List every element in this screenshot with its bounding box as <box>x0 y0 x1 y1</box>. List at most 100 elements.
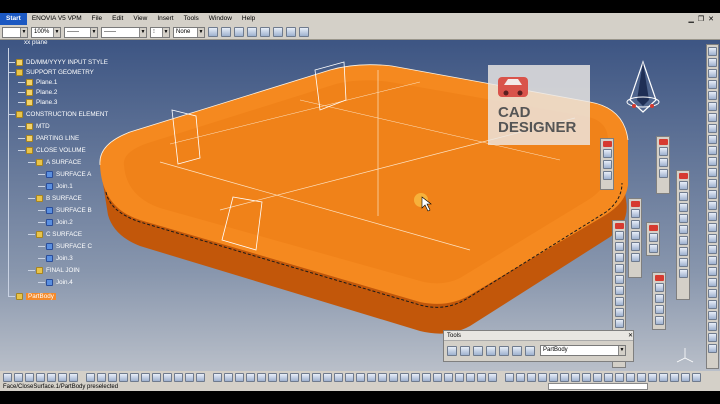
tool-icon[interactable] <box>527 373 536 382</box>
tool-icon[interactable] <box>279 373 288 382</box>
right-toolbar[interactable] <box>706 44 719 369</box>
zoom-combo[interactable]: 100% ▼ <box>31 26 61 38</box>
tool-icon[interactable] <box>411 373 420 382</box>
tool-icon[interactable] <box>477 373 486 382</box>
tool-icon[interactable] <box>323 373 332 382</box>
graphic-icon[interactable] <box>247 27 257 37</box>
tool-icon[interactable] <box>708 256 717 265</box>
tool-icon[interactable] <box>196 373 205 382</box>
tool-icon[interactable] <box>630 220 640 229</box>
line-type-combo[interactable]: —— ▼ <box>64 26 98 38</box>
tool-icon[interactable] <box>626 373 635 382</box>
toolbar-grip-icon[interactable] <box>658 139 668 145</box>
tree-node[interactable]: SURFACE A <box>46 170 91 179</box>
tool-icon[interactable] <box>708 190 717 199</box>
point-style-combo[interactable]: ⁝ ▼ <box>150 26 170 38</box>
tool-icon[interactable] <box>678 247 688 256</box>
compass-icon[interactable] <box>620 60 666 120</box>
tool-icon[interactable] <box>614 319 624 328</box>
tool-icon[interactable] <box>512 345 522 356</box>
tool-icon[interactable] <box>582 373 591 382</box>
tool-icon[interactable] <box>389 373 398 382</box>
tool-icon[interactable] <box>630 242 640 251</box>
tool-icon[interactable] <box>708 69 717 78</box>
tool-icon[interactable] <box>549 373 558 382</box>
tree-root[interactable]: xx plane <box>24 40 47 47</box>
tool-icon[interactable] <box>630 231 640 240</box>
menu-tools[interactable]: Tools <box>179 13 204 25</box>
tool-icon[interactable] <box>708 201 717 210</box>
tool-icon[interactable] <box>614 231 624 240</box>
tree-node[interactable]: Join.3 <box>46 254 73 263</box>
tool-icon[interactable] <box>614 242 624 251</box>
tool-icon[interactable] <box>86 373 95 382</box>
tool-icon[interactable] <box>648 244 658 253</box>
tool-icon[interactable] <box>708 179 717 188</box>
properties-icon[interactable] <box>234 27 244 37</box>
start-menu[interactable]: Start <box>0 13 27 25</box>
format-icon[interactable] <box>221 27 231 37</box>
tool-icon[interactable] <box>560 373 569 382</box>
tool-icon[interactable] <box>345 373 354 382</box>
tool-icon[interactable] <box>312 373 321 382</box>
tool-icon[interactable] <box>615 373 624 382</box>
tool-icon[interactable] <box>499 345 509 356</box>
tree-node[interactable]: A SURFACE <box>36 158 81 167</box>
tool-icon[interactable] <box>505 373 514 382</box>
tool-icon[interactable] <box>47 373 56 382</box>
tool-icon[interactable] <box>224 373 233 382</box>
floating-toolbar-7[interactable] <box>676 170 690 300</box>
tool-icon[interactable] <box>678 258 688 267</box>
tool-icon[interactable] <box>538 373 547 382</box>
tool-icon[interactable] <box>692 373 701 382</box>
floating-toolbar-1[interactable] <box>600 138 614 190</box>
tool-icon[interactable] <box>185 373 194 382</box>
close-icon[interactable]: ✕ <box>628 331 633 340</box>
tree-node[interactable]: Plane.1 <box>26 78 57 87</box>
work-object-combo[interactable]: PartBody ▼ <box>540 345 626 356</box>
color-combo[interactable]: ▼ <box>2 26 28 38</box>
tool-icon[interactable] <box>36 373 45 382</box>
tool-icon[interactable] <box>58 373 67 382</box>
tool-icon[interactable] <box>654 283 664 292</box>
tool-icon[interactable] <box>708 157 717 166</box>
toolbar-grip-icon[interactable] <box>678 173 688 179</box>
tool-icon[interactable] <box>659 373 668 382</box>
tool-icon[interactable] <box>630 209 640 218</box>
tool-icon[interactable] <box>708 278 717 287</box>
tool-icon[interactable] <box>708 58 717 67</box>
tool-icon[interactable] <box>678 214 688 223</box>
tool-icon[interactable] <box>604 373 613 382</box>
3d-viewport[interactable]: xx plane DD/MM/YYYY INPUT STYLE SUPPORT GE… <box>0 40 720 371</box>
tool-icon[interactable] <box>658 147 668 156</box>
tool-icon[interactable] <box>213 373 222 382</box>
paint-icon[interactable] <box>208 27 218 37</box>
tree-node[interactable]: Join.1 <box>46 182 73 191</box>
tool-icon[interactable] <box>257 373 266 382</box>
tool-icon[interactable] <box>614 297 624 306</box>
tool-icon[interactable] <box>654 305 664 314</box>
tool-icon[interactable] <box>525 345 535 356</box>
tree-node[interactable]: DD/MM/YYYY INPUT STYLE <box>16 58 108 67</box>
tool-icon[interactable] <box>708 135 717 144</box>
tool-icon[interactable] <box>486 345 496 356</box>
tool-icon[interactable] <box>708 300 717 309</box>
layer-combo[interactable]: None ▼ <box>173 26 205 38</box>
tool-icon[interactable] <box>708 80 717 89</box>
tool-icon[interactable] <box>708 344 717 353</box>
toolbar-grip-icon[interactable] <box>614 223 624 229</box>
tool-icon[interactable] <box>108 373 117 382</box>
tool-icon[interactable] <box>466 373 475 382</box>
tool-icon[interactable] <box>400 373 409 382</box>
restore-icon[interactable]: ❐ <box>698 15 704 23</box>
tool-icon[interactable] <box>654 316 664 325</box>
tool-icon[interactable] <box>708 47 717 56</box>
command-input[interactable] <box>548 383 648 390</box>
tool-icon[interactable] <box>678 225 688 234</box>
menu-window[interactable]: Window <box>204 13 237 25</box>
toolbar-grip-icon[interactable] <box>654 275 664 281</box>
update-icon[interactable] <box>447 345 457 356</box>
tools-panel[interactable]: Tools ✕ PartBody ▼ <box>443 330 634 362</box>
tree-node[interactable]: Join.4 <box>46 278 73 287</box>
tool-icon[interactable] <box>678 181 688 190</box>
